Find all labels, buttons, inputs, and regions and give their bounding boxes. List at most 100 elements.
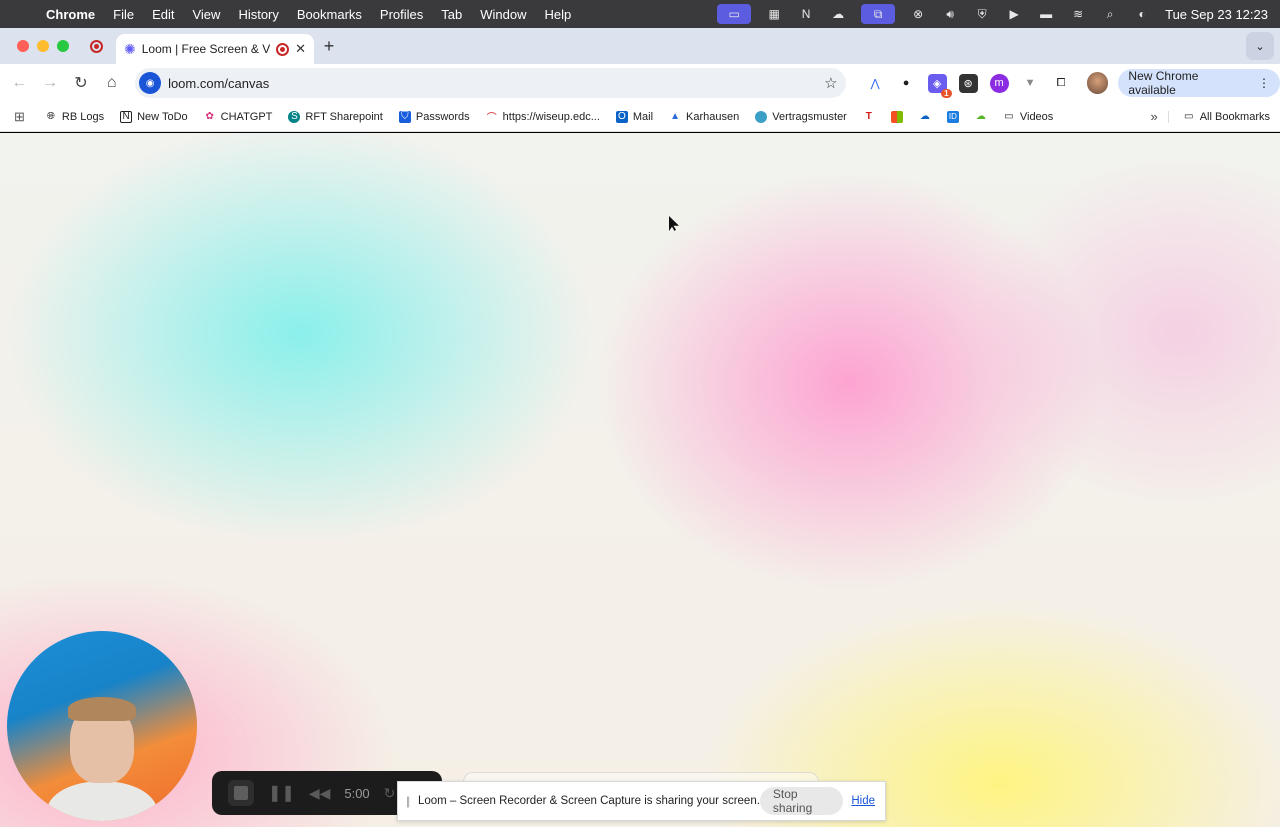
menu-file[interactable]: File [104, 7, 143, 22]
bookmark-rb-logs[interactable]: 🌐︎ RB Logs [37, 111, 112, 123]
extension-badge: 1 [941, 88, 952, 98]
bookmark-wiseup[interactable]: ⌒ https://wiseup.edc... [478, 110, 608, 125]
bookmark-chatgpt[interactable]: ✿ CHATGPT [196, 111, 281, 123]
menu-app-chrome[interactable]: Chrome [46, 7, 104, 22]
vertragsmuster-icon [755, 110, 768, 123]
menu-history[interactable]: History [229, 7, 287, 22]
panda-extension-icon[interactable]: ● [897, 74, 916, 93]
bookmark-label: All Bookmarks [1199, 110, 1270, 123]
drag-handle-icon[interactable]: || [406, 794, 418, 808]
hide-link[interactable]: Hide [851, 795, 875, 807]
site-info-icon[interactable]: ◉ [139, 72, 162, 94]
notion-status-icon[interactable]: N [797, 6, 815, 22]
recording-icon [89, 39, 103, 53]
menu-bar-clock[interactable]: Tue Sep 23 12:23 [1165, 7, 1268, 22]
bookmark-onedrive[interactable]: ☁ [911, 111, 939, 123]
bookmark-mail[interactable]: O Mail [608, 110, 661, 123]
control-center-icon[interactable]: ◐ [1133, 6, 1151, 22]
camera-bubble[interactable] [7, 631, 197, 821]
bookmark-id[interactable]: ID [939, 110, 967, 123]
profile-avatar[interactable] [1086, 72, 1109, 94]
rewind-button[interactable]: ◀◀ [309, 785, 331, 802]
battery-icon[interactable]: ▬ [1037, 6, 1055, 22]
restart-icon[interactable]: ↻ [384, 785, 396, 802]
m-extension-icon[interactable]: m [989, 73, 1009, 93]
bookmark-star-icon[interactable]: ☆ [824, 74, 837, 92]
more-bookmarks-chevron-icon[interactable]: » [1140, 109, 1167, 124]
bookmark-karhausen[interactable]: ▲ Karhausen [661, 111, 747, 123]
close-tab-icon[interactable]: ✕ [295, 41, 306, 57]
menu-bookmarks[interactable]: Bookmarks [288, 7, 371, 22]
circle-x-icon[interactable]: ⊗ [909, 6, 927, 22]
spotlight-search-icon[interactable]: ⌕ [1101, 6, 1119, 22]
bookmark-vertragsmuster[interactable]: Vertragsmuster [747, 110, 855, 123]
stop-sharing-button[interactable]: Stop sharing [759, 787, 844, 815]
bookmark-rft-sharepoint[interactable]: S RFT Sharepoint [280, 110, 390, 123]
copilot-icon: ✿ [205, 111, 214, 122]
loom-extension-icon[interactable]: ◈ 1 [927, 73, 952, 98]
presenter-hair [68, 697, 136, 721]
bookmark-label: Vertragsmuster [772, 110, 847, 123]
close-window-button[interactable] [17, 40, 29, 52]
sharing-message: Loom – Screen Recorder & Screen Capture … [417, 795, 760, 807]
zoom-window-button[interactable] [57, 40, 69, 52]
tesla-icon: T [865, 111, 872, 122]
bookmark-label: Karhausen [686, 110, 740, 123]
onedrive-icon: ☁ [919, 111, 930, 122]
wifi-icon[interactable]: ≋ [1069, 6, 1087, 22]
bookmark-folder-videos[interactable]: ▭ Videos [995, 111, 1061, 123]
tab-search-button[interactable]: ⌄ [1246, 32, 1274, 60]
reload-button[interactable]: ↻ [66, 73, 97, 93]
volume-icon[interactable]: 🔊︎ [941, 6, 959, 22]
tab-recording-icon [276, 42, 290, 56]
extensions-puzzle-icon[interactable]: ⧠ [1052, 74, 1071, 93]
recording-timer: 5:00 [344, 785, 370, 801]
update-chrome-button[interactable]: New Chrome available ⋮ [1118, 69, 1280, 97]
address-bar[interactable]: ◉ ☆ [135, 68, 846, 98]
karhausen-icon: ▲ [670, 111, 680, 122]
menu-window[interactable]: Window [471, 7, 535, 22]
minimize-window-button[interactable] [37, 40, 49, 52]
play-icon[interactable]: ▶ [1005, 6, 1023, 22]
menu-help[interactable]: Help [536, 7, 581, 22]
folder-icon: ▭ [1183, 111, 1194, 122]
pinned-tab-recording[interactable] [76, 39, 116, 53]
tab-title: Loom | Free Screen & Vid [141, 42, 271, 56]
screen-sharing-notification: || Loom – Screen Recorder & Screen Captu… [397, 781, 886, 821]
arc-extension-icon[interactable]: ⋀ [866, 74, 885, 93]
back-button[interactable]: ← [4, 74, 35, 92]
forward-button[interactable]: → [35, 74, 66, 92]
bookmark-label: https://wiseup.edc... [502, 110, 600, 123]
menu-edit[interactable]: Edit [143, 7, 183, 22]
bookmark-passwords[interactable]: ⛉ Passwords [391, 110, 478, 123]
pause-button[interactable]: ❚❚ [268, 783, 295, 803]
menu-profiles[interactable]: Profiles [371, 7, 432, 22]
bookmark-microsoft[interactable] [883, 110, 911, 123]
apps-grid-icon[interactable]: ⊞ [0, 109, 37, 125]
extensions-area: ⋀ ● ◈ 1 ⊛ m ▼ ⧠ [866, 73, 1071, 98]
update-chrome-label: New Chrome available [1128, 69, 1199, 97]
stop-recording-button[interactable] [228, 780, 254, 806]
home-button[interactable]: ⌂ [96, 74, 127, 92]
menu-view[interactable]: View [183, 7, 229, 22]
tab-strip: ✺ Loom | Free Screen & Vid ✕ + ⌄ [0, 28, 1280, 64]
vimeo-extension-icon[interactable]: ▼ [1021, 74, 1040, 93]
weather-icon[interactable]: ☁ [829, 6, 847, 22]
all-bookmarks-button[interactable]: ▭ All Bookmarks [1167, 110, 1280, 123]
chatgpt-extension-icon[interactable]: ⊛ [958, 73, 978, 93]
kebab-menu-icon[interactable]: ⋮ [1258, 76, 1270, 90]
bookmark-new-todo[interactable]: N New ToDo [112, 110, 196, 123]
bookmark-label: CHATGPT [220, 110, 273, 123]
menu-tab[interactable]: Tab [432, 7, 471, 22]
folder-icon: ▭ [1004, 111, 1014, 122]
bookmark-tesla[interactable]: T [855, 111, 883, 123]
tab-loom[interactable]: ✺ Loom | Free Screen & Vid ✕ [116, 34, 314, 64]
notion-icon: N [120, 110, 133, 123]
mirror-display-icon[interactable]: ⧉ [861, 4, 896, 24]
grid-app-icon[interactable]: ▦ [765, 6, 783, 22]
screen-share-icon[interactable]: ▭ [717, 4, 752, 24]
vpn-icon[interactable]: ⛨ [973, 6, 991, 22]
bookmark-green-cloud[interactable]: ☁ [967, 111, 995, 123]
url-input[interactable] [168, 75, 825, 91]
new-tab-button[interactable]: + [314, 36, 344, 57]
